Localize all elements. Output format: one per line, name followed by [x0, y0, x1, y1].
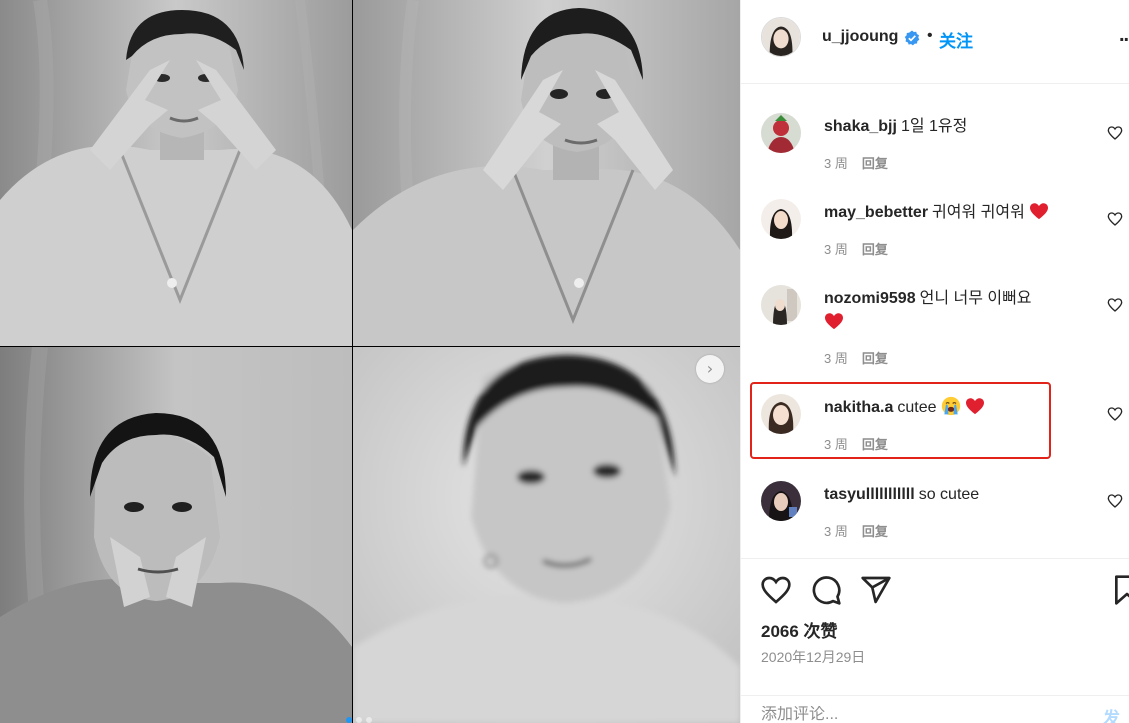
comment-username[interactable]: nozomi9598: [824, 290, 916, 307]
commenter-avatar[interactable]: [761, 481, 801, 521]
reply-button[interactable]: 回复: [862, 242, 888, 257]
carousel-dot: [366, 717, 372, 723]
comment-list[interactable]: shaka_bjj 1일 1유정 3 周回复 may_bebetter 귀여워 귀여…: [741, 85, 1129, 557]
comment-body: 언니 너무 이뻐요: [919, 290, 1032, 307]
post-header: u_jjooung • 关注 ...: [741, 0, 1129, 84]
comment-meta: 3 周回复: [824, 239, 888, 258]
comment-time[interactable]: 3 周: [824, 156, 848, 171]
comment-like-heart-icon[interactable]: [1107, 125, 1123, 141]
carousel-indicator: [346, 717, 372, 723]
comment-time[interactable]: 3 周: [824, 524, 848, 539]
comment-username[interactable]: shaka_bjj: [824, 118, 897, 135]
red-heart-emoji-icon: [825, 313, 843, 330]
comment-text: may_bebetter 귀여워 귀여워: [824, 201, 1094, 225]
carousel-dot: [356, 717, 362, 723]
comment-body: so cutee: [918, 486, 980, 503]
comment-like-heart-icon[interactable]: [1107, 297, 1123, 313]
photo-tile-top-right: [353, 0, 740, 346]
comment-username[interactable]: may_bebetter: [824, 204, 928, 221]
comment-time[interactable]: 3 周: [824, 351, 848, 366]
reply-button[interactable]: 回复: [862, 524, 888, 539]
post-media[interactable]: ›: [0, 0, 740, 723]
carousel-next-button[interactable]: ›: [696, 355, 724, 383]
photo-tile-top-left: [0, 0, 352, 346]
reply-button[interactable]: 回复: [862, 351, 888, 366]
header-separator: •: [927, 27, 933, 44]
comment-text: tasyulllllllllll so cutee: [824, 483, 1094, 507]
more-options-icon[interactable]: ...: [1119, 24, 1129, 47]
comment-time[interactable]: 3 周: [824, 242, 848, 257]
photo-tile-bottom-left: [0, 347, 352, 723]
like-count[interactable]: 2066 次赞: [761, 617, 838, 642]
comment-like-heart-icon[interactable]: [1107, 406, 1123, 422]
verified-badge-icon: [904, 30, 920, 46]
comment-meta: 3 周回复: [824, 153, 888, 172]
comment-text: nozomi9598 언니 너무 이뻐요: [824, 287, 1094, 335]
comment-username[interactable]: tasyulllllllllll: [824, 486, 915, 503]
highlight-annotation-box: [750, 382, 1051, 459]
owner-username[interactable]: u_jjooung: [822, 28, 898, 46]
reply-button[interactable]: 回复: [862, 156, 888, 171]
photo-tile-bottom-right: [353, 347, 740, 723]
comment-meta: 3 周回复: [824, 348, 888, 367]
post-side-panel: u_jjooung • 关注 ... shaka_bjj1일 1유정 3 周回复: [740, 0, 1129, 723]
bookmark-save-icon[interactable]: [1111, 574, 1129, 606]
like-heart-icon[interactable]: [760, 574, 792, 606]
comment-body: 1일 1유정: [900, 118, 968, 135]
post-comment-button[interactable]: 发布: [1103, 704, 1129, 723]
comment-bubble-icon[interactable]: [810, 574, 842, 606]
carousel-dot-active: [346, 717, 352, 723]
comment-text: shaka_bjj 1일 1유정: [824, 115, 1094, 139]
comment-body: 귀여워 귀여워: [932, 204, 1025, 221]
commenter-avatar[interactable]: [761, 199, 801, 239]
follow-button[interactable]: 关注: [939, 27, 973, 52]
share-send-icon[interactable]: [860, 574, 892, 606]
comment-meta: 3 周回复: [824, 521, 888, 540]
comment-like-heart-icon[interactable]: [1107, 211, 1123, 227]
commenter-avatar[interactable]: [761, 285, 801, 325]
post-date[interactable]: 2020年12月29日: [761, 647, 865, 667]
red-heart-emoji-icon: [1030, 203, 1049, 220]
post-actions: 2066 次赞 2020年12月29日 发布: [741, 558, 1129, 723]
add-comment-bar: 发布: [741, 695, 1129, 723]
commenter-avatar[interactable]: [761, 113, 801, 153]
owner-avatar[interactable]: [761, 17, 801, 57]
comment-input[interactable]: [761, 706, 1061, 723]
comment-like-heart-icon[interactable]: [1107, 493, 1123, 509]
